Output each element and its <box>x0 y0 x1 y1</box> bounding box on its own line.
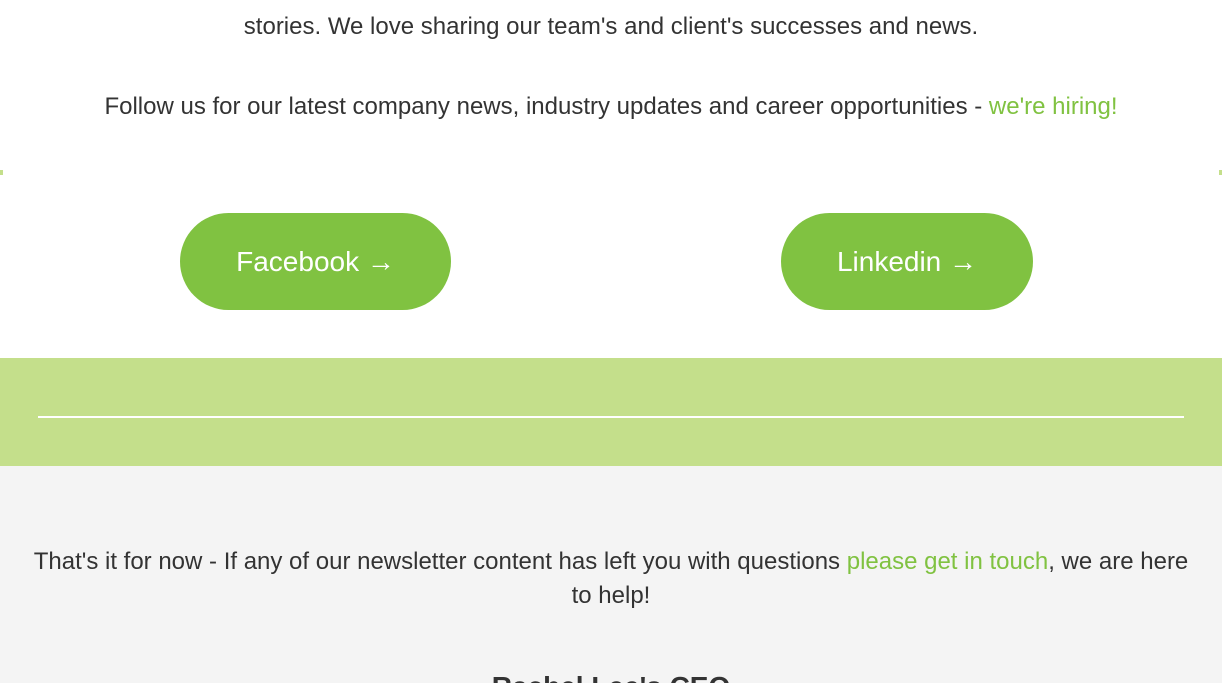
intro-text-line: stories. We love sharing our team's and … <box>243 13 979 40</box>
newsletter-page: stories. We love sharing our team's and … <box>0 0 1222 683</box>
footer-message: That's it for now - If any of our newsle… <box>30 545 1192 613</box>
get-in-touch-link[interactable]: please get in touch <box>847 548 1048 575</box>
follow-us-label: Follow us for our latest company news, i… <box>104 93 989 120</box>
follow-us-text: Follow us for our latest company news, i… <box>0 90 1222 124</box>
social-buttons-section: Facebook → Linkedin → <box>0 175 1222 358</box>
linkedin-button[interactable]: Linkedin → <box>781 213 1033 310</box>
hiring-link[interactable]: we're hiring! <box>989 93 1118 120</box>
divider-band <box>0 358 1222 466</box>
footer-message-text: That's it for now - If any of our newsle… <box>33 548 847 575</box>
intro-section: stories. We love sharing our team's and … <box>0 0 1222 176</box>
footer-section: That's it for now - If any of our newsle… <box>0 466 1222 683</box>
divider-line <box>38 416 1184 418</box>
footer-heading: Rachel Lee's CEO <box>0 670 1222 683</box>
facebook-button[interactable]: Facebook → <box>180 213 451 310</box>
